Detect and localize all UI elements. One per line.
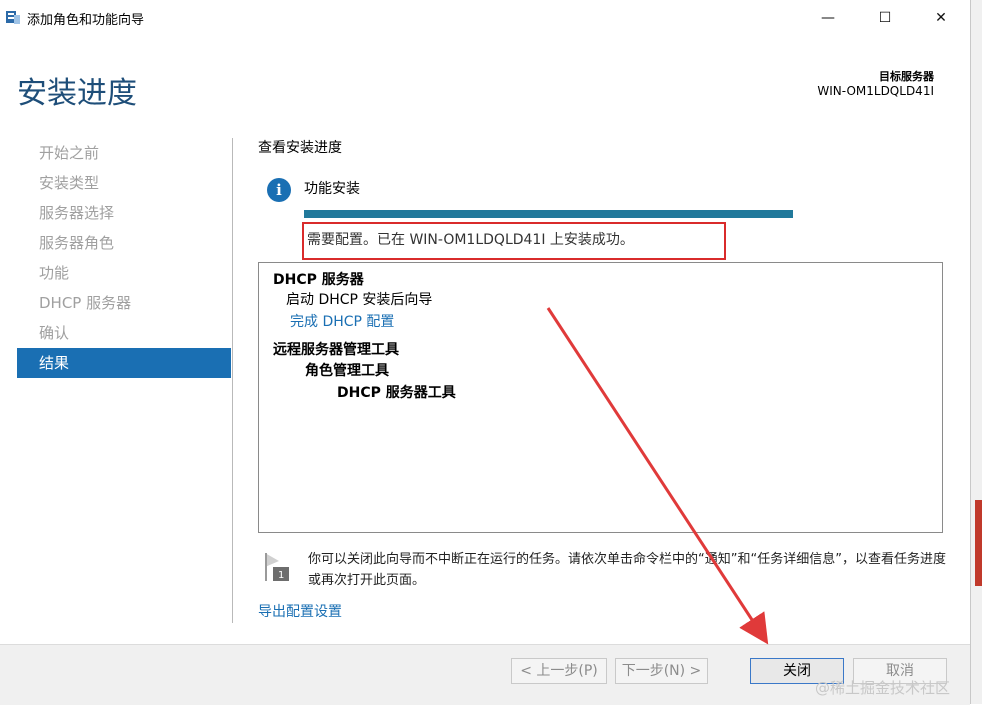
section-heading: 查看安装进度 [258, 140, 342, 156]
server-manager-icon [6, 11, 20, 24]
svg-text:1: 1 [278, 570, 284, 581]
page-title: 安装进度 [17, 76, 137, 111]
close-wizard-note: 你可以关闭此向导而不中断正在运行的任务。请依次单击命令栏中的“通知”和“任务详细… [308, 552, 946, 588]
result-rsat: 远程服务器管理工具 [273, 342, 399, 358]
feature-installation-label: 功能安装 [304, 181, 360, 197]
results-panel: DHCP 服务器 启动 DHCP 安装后向导 完成 DHCP 配置 远程服务器管… [258, 262, 943, 533]
result-role-admin-tools: 角色管理工具 [305, 363, 389, 379]
step-results[interactable]: 结果 [17, 348, 231, 378]
watermark: @稀土掘金技术社区 [815, 679, 951, 697]
target-server-label: 目标服务器 [879, 70, 934, 83]
result-start-wizard: 启动 DHCP 安装后向导 [286, 292, 433, 308]
close-window-button[interactable]: ✕ [918, 0, 964, 36]
step-server-roles[interactable]: 服务器角色 [17, 228, 231, 258]
background-window-strip [975, 500, 982, 586]
flag-note-icon: 1 [265, 553, 289, 581]
maximize-button[interactable]: ☐ [862, 0, 908, 36]
complete-dhcp-config-link[interactable]: 完成 DHCP 配置 [290, 311, 394, 331]
minimize-button[interactable]: — [805, 0, 851, 36]
result-dhcp-tools: DHCP 服务器工具 [337, 385, 456, 401]
target-server-value: WIN-OM1LDQLD41I [817, 84, 934, 98]
wizard-steps: 开始之前 安装类型 服务器选择 服务器角色 功能 DHCP 服务器 确认 结果 [17, 138, 231, 378]
step-server-selection[interactable]: 服务器选择 [17, 198, 231, 228]
previous-button[interactable]: < 上一步(P) [511, 658, 607, 684]
step-installation-type[interactable]: 安装类型 [17, 168, 231, 198]
export-config-link[interactable]: 导出配置设置 [258, 601, 342, 621]
step-features[interactable]: 功能 [17, 258, 231, 288]
progress-fill [304, 210, 793, 218]
next-button[interactable]: 下一步(N) > [615, 658, 708, 684]
step-confirmation[interactable]: 确认 [17, 318, 231, 348]
nav-divider [232, 138, 233, 623]
result-dhcp-server: DHCP 服务器 [273, 272, 364, 288]
window-title: 添加角色和功能向导 [27, 13, 145, 28]
info-icon: i [267, 178, 291, 202]
step-before-you-begin[interactable]: 开始之前 [17, 138, 231, 168]
installation-status: 需要配置。已在 WIN-OM1LDQLD41I 上安装成功。 [307, 232, 634, 248]
title-bar: 添加角色和功能向导 — ☐ ✕ [0, 0, 970, 36]
step-dhcp-server[interactable]: DHCP 服务器 [17, 288, 231, 318]
installation-progress-bar [304, 210, 793, 218]
window-edge [970, 0, 982, 704]
